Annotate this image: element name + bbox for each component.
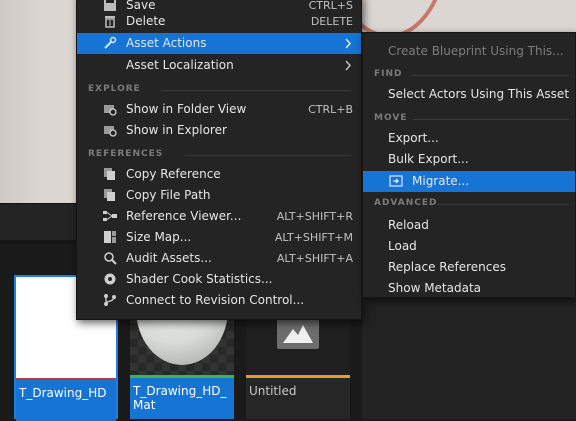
trash-icon xyxy=(103,14,117,28)
size-map-icon xyxy=(103,230,117,244)
reference-viewer-icon xyxy=(103,209,117,223)
viewport-shade xyxy=(0,0,40,203)
asset-actions-submenu: Create Blueprint Using This... FIND Sele… xyxy=(362,32,576,298)
submenu-item-migrate[interactable]: Migrate... xyxy=(363,171,575,192)
section-header-references: REFERENCES xyxy=(88,149,164,159)
audit-icon xyxy=(103,251,117,265)
submenu-item-create-blueprint: Create Blueprint Using This... xyxy=(388,44,564,58)
menu-item-copy-file-path[interactable]: Copy File Path xyxy=(77,185,361,206)
divider xyxy=(437,204,569,205)
asset-name: T_Drawing_HD xyxy=(16,380,116,421)
wrench-icon xyxy=(103,36,117,50)
copy-icon xyxy=(103,167,117,181)
divider xyxy=(413,119,569,120)
submenu-item-load[interactable]: Load xyxy=(363,236,575,257)
menu-item-delete[interactable]: Delete DELETE xyxy=(77,11,361,32)
menu-item-shader-cook-statistics[interactable]: Shader Cook Statistics... xyxy=(77,269,361,290)
chevron-right-icon xyxy=(343,38,353,49)
submenu-item-select-actors[interactable]: Select Actors Using This Asset xyxy=(363,84,575,105)
menu-item-show-in-folder-view[interactable]: Show in Folder View CTRL+B xyxy=(77,99,361,120)
menu-item-show-in-explorer[interactable]: Show in Explorer xyxy=(77,120,361,141)
asset-context-menu: Save CTRL+S Delete DELETE Asset Actions … xyxy=(76,0,362,320)
image-placeholder-icon xyxy=(277,315,319,349)
menu-item-audit-assets[interactable]: Audit Assets... ALT+SHIFT+A xyxy=(77,248,361,269)
section-header-find: FIND xyxy=(374,69,403,79)
migrate-icon xyxy=(389,174,403,188)
chevron-right-icon xyxy=(343,60,353,71)
submenu-item-reload[interactable]: Reload xyxy=(363,215,575,236)
submenu-item-bulk-export[interactable]: Bulk Export... xyxy=(363,149,575,170)
section-header-move: MOVE xyxy=(374,113,408,123)
shader-icon xyxy=(103,272,117,286)
submenu-item-show-metadata[interactable]: Show Metadata xyxy=(363,278,575,299)
copy-icon xyxy=(103,188,117,202)
folder-search-icon xyxy=(103,102,117,116)
menu-item-reference-viewer[interactable]: Reference Viewer... ALT+SHIFT+R xyxy=(77,206,361,227)
submenu-item-replace-references[interactable]: Replace References xyxy=(363,257,575,278)
divider xyxy=(185,155,351,156)
menu-item-size-map[interactable]: Size Map... ALT+SHIFT+M xyxy=(77,227,361,248)
menu-item-connect-revision-control[interactable]: Connect to Revision Control... xyxy=(77,290,361,311)
section-header-advanced: ADVANCED xyxy=(374,198,438,208)
revision-control-icon xyxy=(103,293,117,307)
menu-item-copy-reference[interactable]: Copy Reference xyxy=(77,164,361,185)
folder-search-icon xyxy=(103,123,117,137)
asset-name: T_Drawing_HD_ Mat xyxy=(130,378,234,419)
divider xyxy=(161,90,351,91)
menu-item-asset-localization[interactable]: Asset Localization xyxy=(77,55,361,76)
section-header-explore: EXPLORE xyxy=(88,84,141,94)
asset-name: Untitled xyxy=(246,378,350,419)
submenu-item-export[interactable]: Export... xyxy=(363,128,575,149)
divider xyxy=(411,75,569,76)
menu-item-asset-actions[interactable]: Asset Actions xyxy=(77,33,361,54)
globe-icon xyxy=(103,58,117,72)
